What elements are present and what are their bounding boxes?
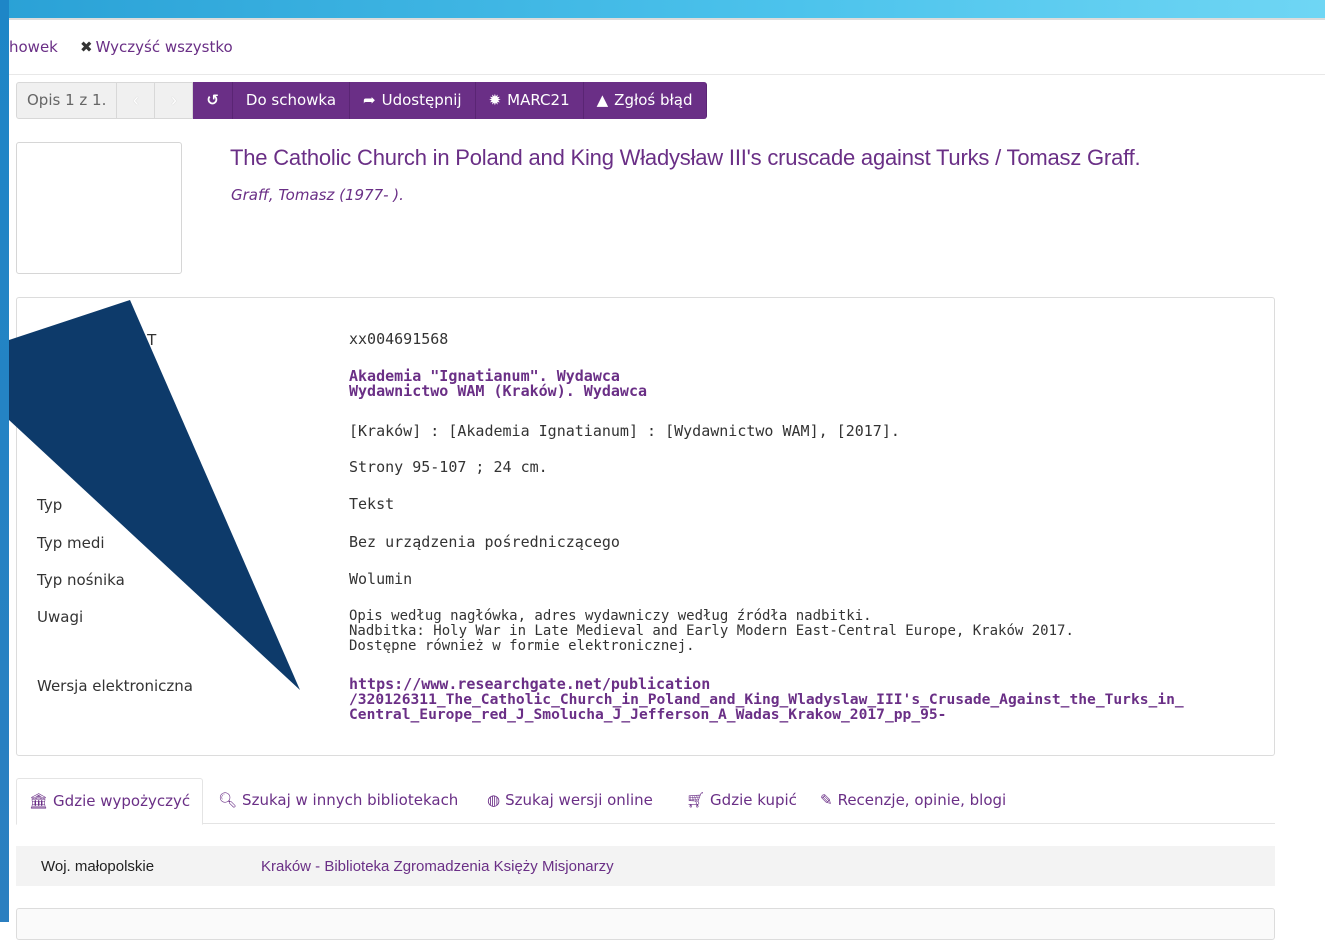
- clear-all-label: Wyczyść wszystko: [95, 38, 233, 56]
- next-record-button[interactable]: ›: [155, 82, 194, 119]
- window-left-frame: [0, 0, 9, 922]
- content-type-label-a: Typ: [37, 496, 63, 514]
- search-icon: 🔍︎: [218, 791, 238, 809]
- location-library-link[interactable]: Kraków - Biblioteka Zgromadzenia Księży …: [261, 858, 614, 875]
- report-error-label: Zgłoś błąd: [614, 91, 693, 109]
- record-counter: Opis 1 z 1.: [16, 82, 118, 119]
- record-title: The Catholic Church in Poland and King W…: [230, 145, 1141, 170]
- content-type-value: Tekst: [349, 495, 395, 513]
- physical-label: yczny: [100, 459, 144, 477]
- contributor-link-2[interactable]: Wydawnictwo WAM (Kraków). Wydawca: [349, 384, 647, 399]
- location-region: Woj. małopolskie: [41, 858, 155, 875]
- media-type-label: Typ medi: [37, 534, 105, 552]
- close-icon: ✖: [80, 38, 93, 56]
- report-error-button[interactable]: ▲ Zgłoś błąd: [583, 82, 707, 119]
- window-top-frame: [0, 0, 1325, 18]
- next-panel: [16, 908, 1275, 940]
- pencil-icon: ✎: [820, 791, 833, 809]
- tab-where-to-buy-label: Gdzie kupić: [710, 791, 797, 809]
- publisher-label: res wydawniczy: [37, 423, 156, 441]
- tab-online-versions-label: Szukaj wersji online: [505, 791, 653, 809]
- carrier-type-value: Wolumin: [349, 570, 413, 588]
- tab-online-versions[interactable]: ◍ Szukaj wersji online: [487, 778, 653, 823]
- nukat-label: Nr kontr. NUKAT: [37, 331, 157, 349]
- tab-other-libraries[interactable]: 🔍︎ Szukaj w innych bibliotekach: [218, 778, 458, 823]
- notes-line-1: Opis według nagłówka, adres wydawniczy w…: [349, 608, 872, 624]
- content-type-label-b: ści: [130, 496, 151, 514]
- e-version-label: Wersja elektroniczna: [37, 677, 193, 695]
- e-version-link-line-1[interactable]: https://www.researchgate.net/publication: [349, 677, 710, 692]
- media-type-value: Bez urządzenia pośredniczącego: [349, 533, 620, 551]
- add-to-clipboard-button[interactable]: Do schowka: [232, 82, 351, 119]
- carrier-type-label: Typ nośnika: [37, 571, 125, 589]
- share-label: Udostępnij: [381, 91, 462, 109]
- globe-icon: ◍: [487, 791, 501, 809]
- share-icon: ➦: [363, 91, 376, 109]
- warning-icon: ▲: [596, 91, 609, 109]
- clipboard-link[interactable]: howek: [9, 38, 58, 56]
- tab-reviews-label: Recenzje, opinie, blogi: [837, 791, 1007, 809]
- notes-label: Uwagi: [37, 608, 84, 626]
- tab-where-to-borrow[interactable]: 🏛 Gdzie wypożyczyć: [16, 778, 204, 825]
- availability-tabs: 🏛 Gdzie wypożyczyć 🔍︎ Szukaj w innych bibl…: [16, 778, 1275, 825]
- nukat-value: xx004691568: [349, 330, 449, 348]
- e-version-link-line-3[interactable]: Central_Europe_red_J_Smolucha_J_Jefferso…: [349, 707, 946, 722]
- gear-icon: ✹: [488, 91, 502, 109]
- e-version-link-line-2[interactable]: /320126311_The_Catholic_Church_in_Poland…: [349, 692, 1184, 707]
- library-icon: 🏛: [29, 792, 49, 810]
- reset-button[interactable]: ↺: [193, 82, 233, 119]
- clear-all-link[interactable]: ✖ Wyczyść wszystko: [80, 38, 233, 56]
- tab-reviews[interactable]: ✎ Recenzje, opinie, blogi: [820, 778, 1006, 823]
- notes-line-3: Dostępne również w formie elektronicznej…: [349, 638, 695, 654]
- notes-line-2: Nadbitka: Holy War in Late Medieval and …: [349, 623, 1074, 639]
- record-author-link[interactable]: Graff, Tomasz (1977- ).: [231, 186, 404, 204]
- marc21-label: MARC21: [507, 91, 570, 109]
- tab-where-to-buy[interactable]: 🛒︎ Gdzie kupić: [686, 778, 797, 823]
- undo-icon: ↺: [206, 91, 219, 109]
- chevron-left-icon: ‹: [132, 90, 139, 110]
- share-button[interactable]: ➦ Udostępnij: [350, 82, 476, 119]
- physical-value: Strony 95-107 ; 24 cm.: [349, 458, 548, 476]
- record-toolbar: Opis 1 z 1. ‹ › ↺ Do schowka ➦ Udostępnij…: [16, 82, 707, 119]
- cart-icon: 🛒︎: [686, 791, 706, 809]
- tab-where-to-borrow-label: Gdzie wypożyczyć: [53, 792, 191, 810]
- cover-thumbnail: [16, 142, 182, 274]
- chevron-right-icon: ›: [170, 90, 177, 110]
- publisher-value: [Kraków] : [Akademia Ignatianum] : [Wyda…: [349, 422, 900, 440]
- marc21-button[interactable]: ✹ MARC21: [475, 82, 584, 119]
- contributor-label: Współtwórca: [37, 369, 134, 387]
- tab-other-libraries-label: Szukaj w innych bibliotekach: [242, 791, 459, 809]
- prev-record-button[interactable]: ‹: [117, 82, 156, 119]
- list-item: Woj. małopolskie Kraków - Biblioteka Zgr…: [16, 846, 1275, 886]
